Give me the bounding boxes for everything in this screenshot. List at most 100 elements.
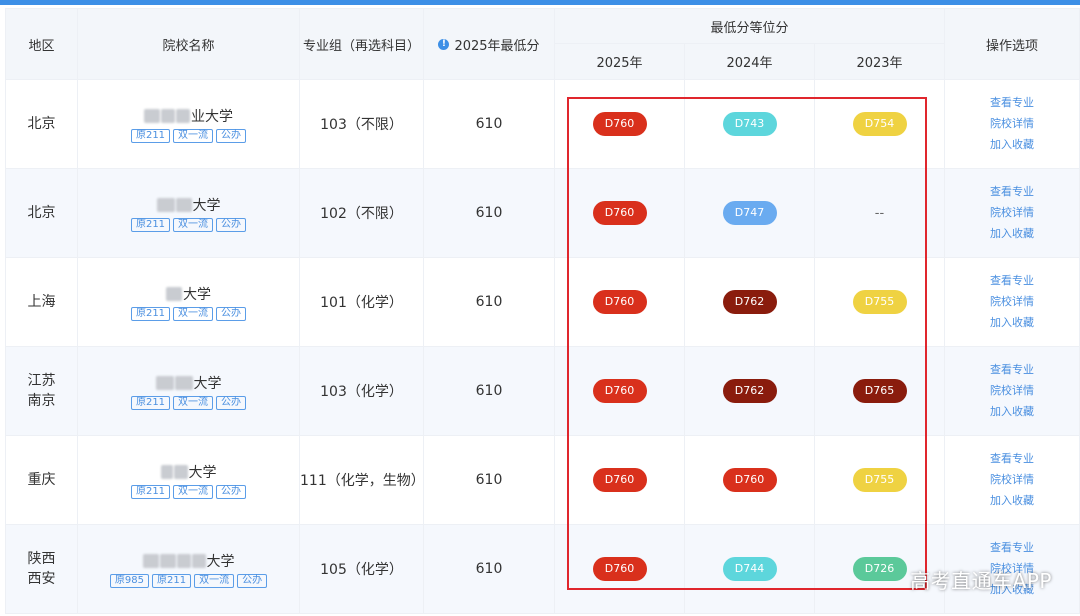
school-name-suffix: 业大学 [191,108,233,125]
major-group: 111（化学，生物） [300,473,425,489]
school-tag: 原211 [130,484,171,499]
view-majors-link[interactable]: 查看专业 [990,362,1034,378]
add-favorite-link[interactable]: 加入收藏 [990,137,1034,153]
rank-badge: D760 [592,290,647,314]
region-cell: 北京 [5,168,78,258]
min-score-cell: 610 [423,79,555,169]
school-tag: 双一流 [173,306,214,321]
min-score: 610 [475,472,503,488]
view-majors-link[interactable]: 查看专业 [990,540,1034,556]
view-majors-link[interactable]: 查看专业 [990,273,1034,289]
rank-badge: D755 [852,468,907,492]
rank-cell: D743 [684,79,815,169]
region-line: 重庆 [27,472,56,488]
school-tag: 双一流 [173,128,214,143]
major-group: 105（化学） [320,562,403,578]
rank-badge: D760 [722,468,777,492]
region-cell: 上海 [5,257,78,347]
redacted-text [142,553,159,568]
region-cell: 北京 [5,79,78,169]
header-min-score: ! 2025年最低分 [423,8,555,80]
school-tags: 原211 双一流 公办 [130,128,247,143]
min-score-cell: 610 [423,168,555,258]
rank-cell: D755 [814,435,945,525]
rank-cell: D760 [554,257,685,347]
group-cell: 111（化学，生物） [299,435,425,525]
ops-cell: 查看专业 院校详情 加入收藏 [944,257,1080,347]
redacted-text [166,286,182,301]
region-line: 上海 [27,294,56,310]
rank-badge: D755 [852,290,907,314]
min-score: 610 [475,561,503,577]
view-majors-link[interactable]: 查看专业 [990,451,1034,467]
school-tag: 双一流 [173,217,214,232]
school-tag: 公办 [216,217,247,232]
school-name[interactable]: 大学 [155,373,222,393]
school-tag: 原211 [130,306,171,321]
school-name[interactable]: 大学 [160,462,217,482]
school-name[interactable]: 业大学 [144,106,233,126]
header-year-2024: 2024年 [684,43,815,80]
min-score: 610 [475,116,503,132]
header-group: 专业组（再选科目） [299,8,424,80]
rank-cell: D760 [554,435,685,525]
school-tags: 原985 原211 双一流 公办 [109,573,268,588]
school-name[interactable]: 大学 [156,195,221,215]
ops-cell: 查看专业 院校详情 加入收藏 [944,435,1080,525]
school-detail-link[interactable]: 院校详情 [990,383,1034,399]
school-cell: 大学 原211 双一流 公办 [77,435,300,525]
major-group: 102（不限） [320,206,403,222]
add-favorite-link[interactable]: 加入收藏 [990,404,1034,420]
table-row: 江苏 南京 大学 原211 双一流 公办 103（化学） 610 D760 D762 D7… [5,346,1080,436]
info-icon[interactable]: ! [438,38,450,50]
school-detail-link[interactable]: 院校详情 [990,205,1034,221]
school-name[interactable]: 大学 [166,284,211,304]
add-favorite-link[interactable]: 加入收藏 [990,315,1034,331]
major-group: 103（化学） [320,384,403,400]
school-detail-link[interactable]: 院校详情 [990,472,1034,488]
view-majors-link[interactable]: 查看专业 [990,184,1034,200]
region-cell: 重庆 [5,435,78,525]
rank-empty: -- [874,205,885,221]
school-name-suffix: 大学 [183,286,211,303]
school-tags: 原211 双一流 公办 [130,306,247,321]
rank-badge: D747 [722,201,777,225]
rank-cell: D762 [684,257,815,347]
region-line: 江苏 [27,373,56,389]
add-favorite-link[interactable]: 加入收藏 [990,226,1034,242]
rank-badge: D726 [852,557,907,581]
school-tags: 原211 双一流 公办 [130,484,247,499]
top-accent-bar [0,0,1080,5]
major-group: 101（化学） [320,295,403,311]
rank-badge: D762 [722,290,777,314]
school-name-suffix: 大学 [188,464,217,481]
rank-badge: D744 [722,557,777,581]
school-tags: 原211 双一流 公办 [130,217,247,232]
school-name[interactable]: 大学 [142,551,235,571]
header-equiv-rank: 最低分等位分 [554,8,945,44]
region-line: 北京 [27,205,56,221]
school-tag: 原211 [130,128,171,143]
school-tag: 公办 [216,128,247,143]
school-cell: 大学 原211 双一流 公办 [77,257,300,347]
rank-cell: D754 [814,79,945,169]
rank-badge: D765 [852,379,907,403]
school-tags: 原211 双一流 公办 [130,395,247,410]
add-favorite-link[interactable]: 加入收藏 [990,493,1034,509]
redacted-text [173,464,188,479]
school-detail-link[interactable]: 院校详情 [990,294,1034,310]
school-cell: 业大学 原211 双一流 公办 [77,79,300,169]
view-majors-link[interactable]: 查看专业 [990,95,1034,111]
school-name-suffix: 大学 [193,375,222,392]
table-row: 重庆 大学 原211 双一流 公办 111（化学，生物） 610 D760 D760 D… [5,435,1080,525]
admission-score-table: 地区 院校名称 专业组（再选科目） ! 2025年最低分 最低分等位分 操作选项 … [5,8,1080,614]
school-detail-link[interactable]: 院校详情 [990,116,1034,132]
school-name-suffix: 大学 [206,553,235,570]
region-line: 陕西 [27,551,56,567]
min-score: 610 [475,294,503,310]
min-score: 610 [475,205,503,221]
rank-cell: D760 [554,346,685,436]
rank-badge: D743 [722,112,777,136]
rank-cell: D744 [684,524,815,614]
header-year-2023: 2023年 [814,43,945,80]
